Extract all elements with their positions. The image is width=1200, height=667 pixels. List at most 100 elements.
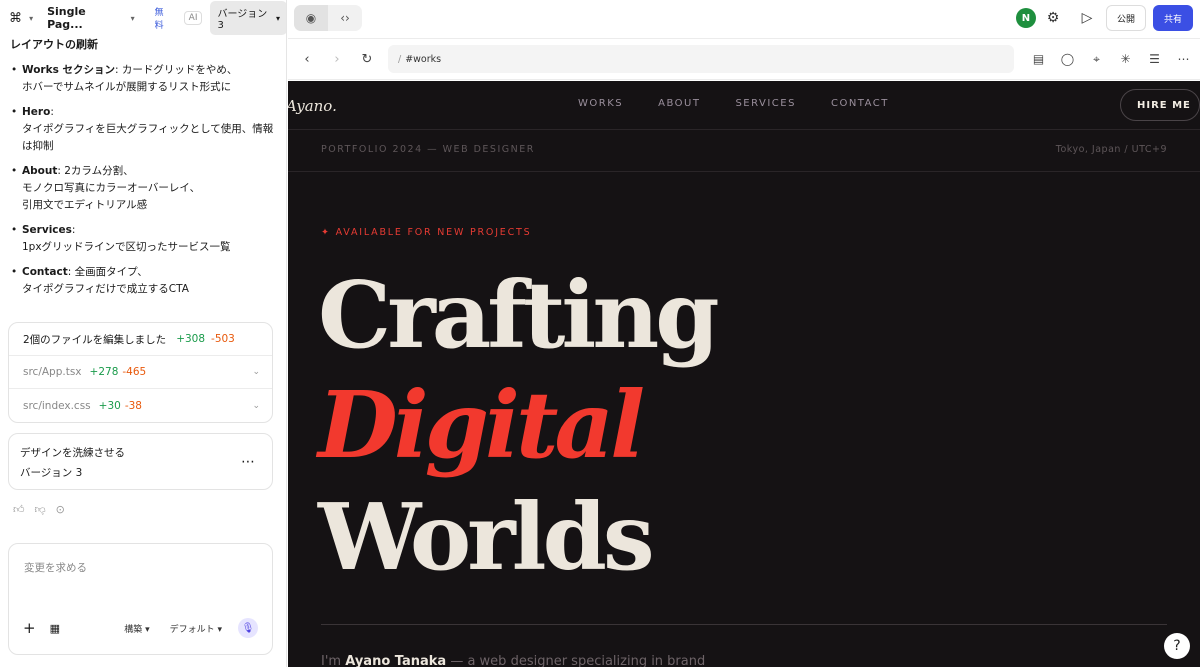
- restore-icon[interactable]: ⊙: [56, 503, 65, 516]
- files-summary[interactable]: 2個のファイルを編集しました +308 -503: [9, 323, 272, 356]
- chevron-down-icon[interactable]: ⌄: [252, 367, 260, 377]
- version-label: バージョン 3: [217, 9, 268, 31]
- ai-badge: AI: [183, 11, 203, 25]
- item-text: モノクロ写真にカラーオーバーレイ、: [22, 182, 201, 194]
- help-button[interactable]: ?: [1164, 633, 1190, 659]
- thumbs-down-icon[interactable]: 👎︎: [35, 503, 46, 516]
- list-item: Works セクション: カードグリッドをやめ、 ホバーでサムネイルが展開するリ…: [10, 62, 275, 96]
- app-logo-icon[interactable]: ⌘: [8, 10, 23, 26]
- refresh-icon[interactable]: ↻: [352, 44, 382, 74]
- file-row-app[interactable]: src/App.tsx +278 -465 ⌄: [9, 356, 272, 389]
- availability-label: ✦ AVAILABLE FOR NEW PROJECTS: [321, 227, 532, 238]
- select-element-icon[interactable]: ⌖: [1082, 45, 1111, 73]
- version-card-title: デザインを洗練させる: [20, 447, 125, 459]
- divider: [321, 624, 1167, 625]
- url-root-slash: /: [398, 53, 402, 65]
- url-field[interactable]: / #works: [388, 45, 1014, 73]
- composer-toolbar: + ▦ 構築 ▾ デフォルト ▾ 🎙︎: [23, 618, 258, 638]
- avatar[interactable]: N: [1015, 8, 1036, 28]
- microphone-icon[interactable]: 🎙︎: [238, 618, 258, 638]
- add-icon[interactable]: +: [23, 619, 36, 637]
- intro-text: I'm Ayano Tanaka — a web designer specia…: [321, 654, 705, 667]
- model-label: デフォルト: [169, 624, 215, 635]
- portfolio-tagline: PORTFOLIO 2024 — WEB DESIGNER: [321, 144, 535, 155]
- list-item: Services: 1pxグリッドラインで区切ったサービス一覧: [10, 222, 275, 256]
- settings-gear-icon[interactable]: ⚙: [1036, 5, 1070, 31]
- file-deletions: -465: [122, 366, 147, 378]
- project-header: ⌘ ▾ Single Pag... ▾ 無料 AI バージョン 3 ▾: [0, 0, 286, 36]
- item-text: : 全画面タイプ、: [67, 266, 148, 278]
- prompt-input[interactable]: 変更を求める: [24, 560, 87, 575]
- chevron-down-icon[interactable]: ▾: [29, 14, 33, 23]
- hero-line-worlds: Worlds: [318, 483, 655, 591]
- hire-me-button[interactable]: HIRE ME: [1120, 89, 1200, 121]
- chevron-down-icon[interactable]: ⌄: [252, 401, 260, 411]
- url-path: #works: [405, 53, 442, 65]
- play-icon[interactable]: ▷: [1070, 5, 1104, 31]
- item-text: タイポグラフィだけで成立するCTA: [22, 283, 189, 295]
- version-card-version: バージョン 3: [20, 467, 83, 479]
- model-selector[interactable]: デフォルト ▾: [170, 622, 222, 635]
- notes-icon[interactable]: ☰: [1140, 45, 1169, 73]
- intro-prefix: I'm: [321, 654, 346, 667]
- chevron-down-icon: ▾: [275, 13, 280, 23]
- magic-icon[interactable]: ✳: [1111, 45, 1140, 73]
- item-title: Hero: [22, 106, 51, 118]
- free-badge: 無料: [154, 8, 164, 31]
- project-name[interactable]: Single Pag...: [47, 5, 121, 31]
- preview-eye-icon[interactable]: ◉: [294, 5, 328, 31]
- share-button[interactable]: 共有: [1152, 5, 1193, 31]
- item-text: ホバーでサムネイルが展開するリスト形式に: [22, 81, 232, 93]
- toolbar-actions: N ⚙ ▷ 公開 共有: [1015, 5, 1200, 31]
- intro-name: Ayano Tanaka: [345, 654, 447, 667]
- site-preview: Ayano. WORKS ABOUT SERVICES CONTACT HIRE…: [288, 81, 1200, 667]
- nav-about[interactable]: ABOUT: [658, 98, 700, 109]
- item-title: Services: [22, 224, 72, 236]
- file-path: src/index.css: [23, 399, 91, 412]
- nav-works[interactable]: WORKS: [578, 98, 623, 109]
- site-logo[interactable]: Ayano.: [288, 97, 337, 115]
- file-path: src/App.tsx: [23, 366, 82, 378]
- view-toggle: ◉ ‹›: [294, 5, 362, 31]
- thumbs-up-icon[interactable]: 👍︎: [13, 503, 25, 516]
- version-card[interactable]: デザインを洗練させる バージョン 3 ⋯: [8, 433, 273, 490]
- message-heading: レイアウトの刷新: [10, 38, 98, 51]
- item-text: :: [71, 224, 76, 236]
- item-text: 引用文でエディトリアル感: [22, 199, 148, 211]
- list-item: About: 2カラム分割、 モノクロ写真にカラーオーバーレイ、 引用文でエディ…: [10, 163, 275, 214]
- mode-selector[interactable]: 構築 ▾: [124, 622, 149, 635]
- forward-icon[interactable]: ›: [322, 44, 352, 74]
- list-item: Hero: タイポグラフィを巨大グラフィックとして使用、情報は抑制: [10, 104, 275, 155]
- nav-services[interactable]: SERVICES: [735, 98, 796, 109]
- more-options-icon[interactable]: ⋯: [241, 452, 256, 472]
- info-strip: PORTFOLIO 2024 — WEB DESIGNER Tokyo, Jap…: [288, 129, 1200, 172]
- item-text: タイポグラフィを巨大グラフィックとして使用、情報は抑制: [22, 123, 274, 152]
- back-icon[interactable]: ‹: [292, 44, 322, 74]
- nav-contact[interactable]: CONTACT: [831, 98, 889, 109]
- feedback-actions: 👍︎ 👎︎ ⊙: [13, 503, 65, 516]
- hero-line-crafting: Crafting: [318, 261, 720, 369]
- preview-tools: ▤ ◯ ⌖ ✳ ☰ ⋯: [1024, 45, 1200, 73]
- item-text: : カードグリッドをやめ、: [115, 64, 238, 76]
- item-text: :: [50, 106, 54, 118]
- more-icon[interactable]: ⋯: [1169, 45, 1198, 73]
- prompt-composer: 変更を求める + ▦ 構築 ▾ デフォルト ▾ 🎙︎: [8, 543, 273, 655]
- change-list: Works セクション: カードグリッドをやめ、 ホバーでサムネイルが展開するリ…: [10, 62, 275, 298]
- item-text: 1pxグリッドラインで区切ったサービス一覧: [22, 241, 231, 253]
- item-title: Works セクション: [22, 64, 115, 76]
- publish-button[interactable]: 公開: [1105, 5, 1146, 31]
- editor-toolbar: ◉ ‹› N ⚙ ▷ 公開 共有: [288, 0, 1200, 36]
- site-nav: WORKS ABOUT SERVICES CONTACT: [578, 98, 889, 109]
- files-summary-label: 2個のファイルを編集しました: [23, 333, 167, 346]
- file-deletions: -38: [124, 399, 142, 412]
- preview-browser-bar: ‹ › ↻ / #works ▤ ◯ ⌖ ✳ ☰ ⋯: [288, 38, 1200, 80]
- project-menu-chevron-icon[interactable]: ▾: [131, 14, 135, 23]
- comment-icon[interactable]: ◯: [1053, 45, 1082, 73]
- list-item: Contact: 全画面タイプ、 タイポグラフィだけで成立するCTA: [10, 264, 275, 298]
- file-row-css[interactable]: src/index.css +30 -38 ⌄: [9, 389, 272, 422]
- version-selector[interactable]: バージョン 3 ▾: [210, 1, 286, 35]
- calendar-icon[interactable]: ▦: [50, 622, 60, 635]
- layout-icon[interactable]: ▤: [1024, 45, 1053, 73]
- edited-files-card: 2個のファイルを編集しました +308 -503 src/App.tsx +27…: [8, 322, 273, 423]
- code-icon[interactable]: ‹›: [328, 5, 362, 31]
